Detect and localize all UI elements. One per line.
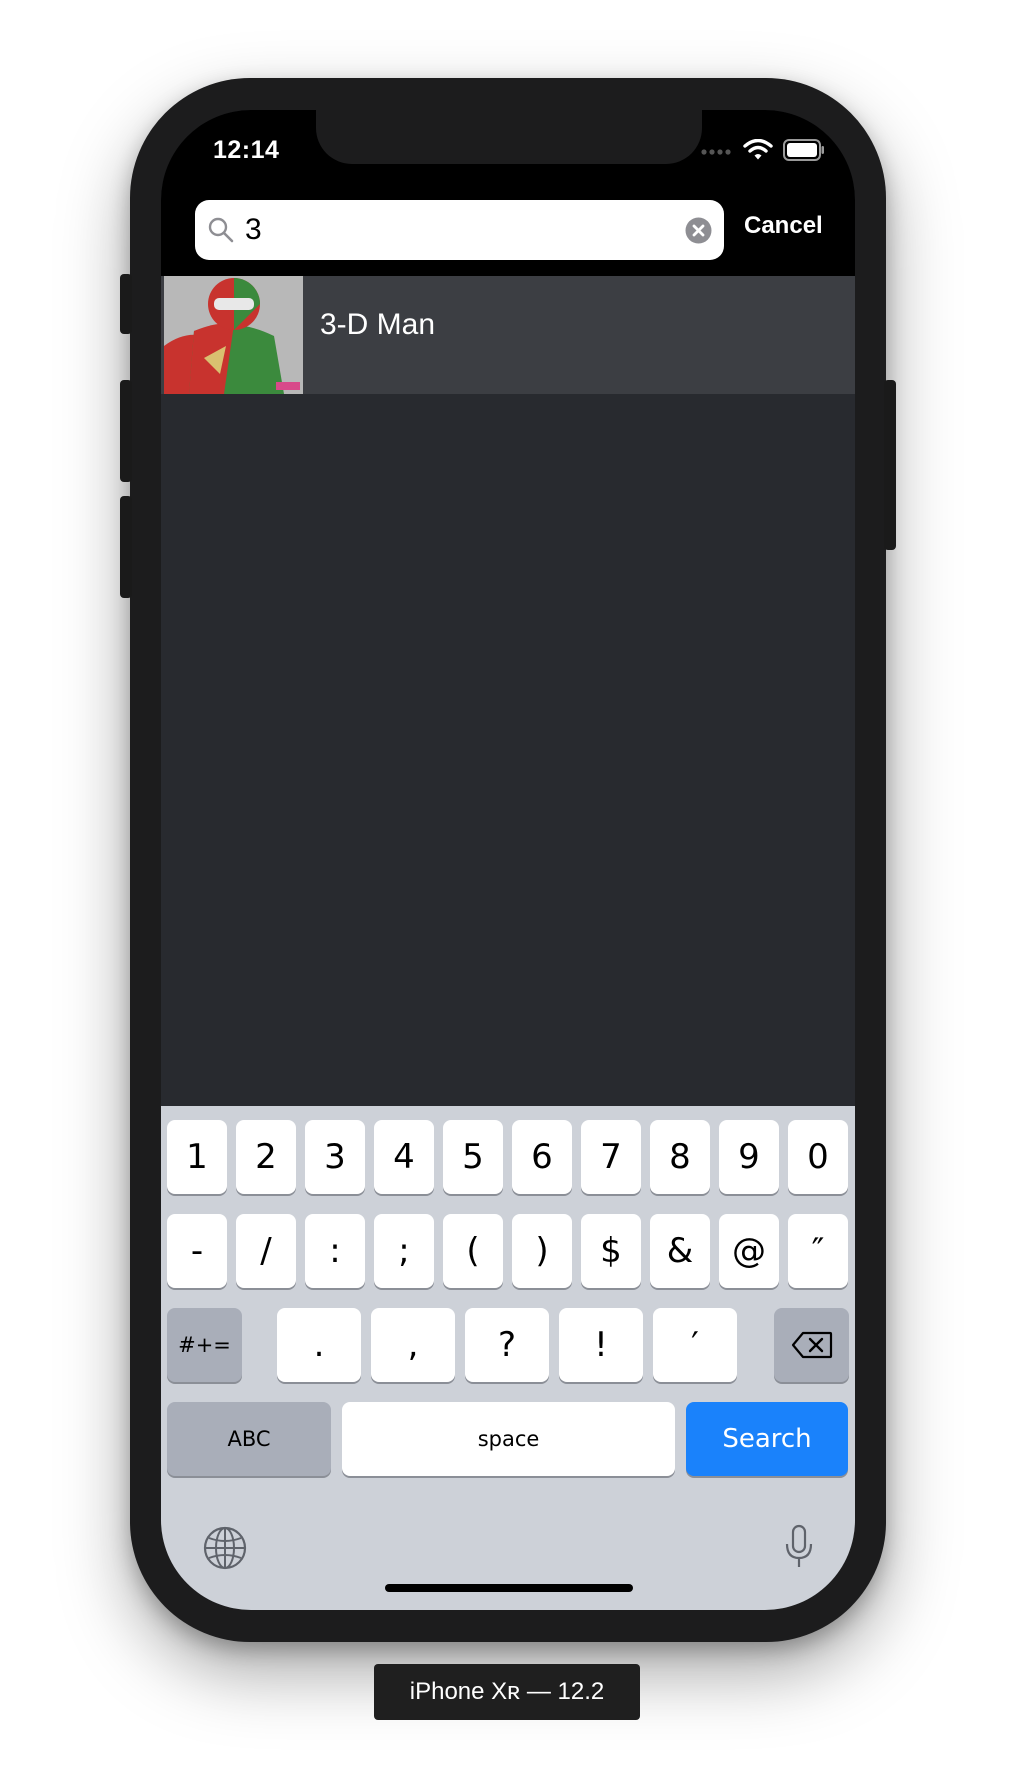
search-query: 3 (245, 213, 262, 246)
delete-button[interactable] (774, 1308, 849, 1382)
status-time: 12:14 (213, 136, 280, 164)
key-7[interactable]: 7 (581, 1120, 641, 1194)
key-0[interactable]: 0 (788, 1120, 848, 1194)
key-6[interactable]: 6 (512, 1120, 572, 1194)
result-name: 3-D Man (320, 308, 436, 341)
key-1[interactable]: 1 (167, 1120, 227, 1194)
key-question[interactable]: ? (465, 1308, 549, 1382)
search-input[interactable]: 3 (195, 200, 724, 260)
key-more-symbols[interactable]: #+= (167, 1308, 242, 1382)
mute-switch (120, 274, 132, 334)
globe-icon[interactable] (203, 1526, 247, 1575)
key-3[interactable]: 3 (305, 1120, 365, 1194)
key-5[interactable]: 5 (443, 1120, 503, 1194)
home-indicator[interactable] (385, 1584, 633, 1592)
key-colon[interactable]: : (305, 1214, 365, 1288)
microphone-icon[interactable] (785, 1524, 813, 1575)
key-period[interactable]: . (277, 1308, 361, 1382)
space-bar[interactable]: space (342, 1402, 675, 1476)
clear-icon[interactable] (685, 217, 712, 249)
notch (316, 110, 702, 164)
power-button (884, 380, 896, 550)
device-label: iPhone Xʀ — 12.2 (374, 1664, 640, 1720)
key-quote[interactable]: ″ (788, 1214, 848, 1288)
screen: 12:14 3 Cancel 3-D Man 1 2 3 4 5 6 7 8 9… (161, 110, 855, 1610)
key-open-paren[interactable]: ( (443, 1214, 503, 1288)
key-semicolon[interactable]: ; (374, 1214, 434, 1288)
key-exclamation[interactable]: ! (559, 1308, 643, 1382)
wifi-icon (743, 138, 773, 166)
navigation-bar: 12:14 3 Cancel (161, 110, 855, 276)
key-comma[interactable]: , (371, 1308, 455, 1382)
keyboard: 1 2 3 4 5 6 7 8 9 0 - / : ; ( ) $ & @ ″ … (161, 1106, 855, 1610)
list-item[interactable]: 3-D Man (161, 276, 855, 394)
status-icons (701, 138, 825, 166)
key-apostrophe[interactable]: ′ (653, 1308, 737, 1382)
key-at[interactable]: @ (719, 1214, 779, 1288)
key-close-paren[interactable]: ) (512, 1214, 572, 1288)
cancel-button[interactable]: Cancel (744, 212, 823, 240)
volume-down-button (120, 496, 132, 598)
abc-button[interactable]: ABC (167, 1402, 331, 1476)
key-8[interactable]: 8 (650, 1120, 710, 1194)
search-icon (207, 216, 235, 249)
key-dollar[interactable]: $ (581, 1214, 641, 1288)
search-button[interactable]: Search (686, 1402, 848, 1476)
key-ampersand[interactable]: & (650, 1214, 710, 1288)
volume-up-button (120, 380, 132, 482)
key-4[interactable]: 4 (374, 1120, 434, 1194)
key-slash[interactable]: / (236, 1214, 296, 1288)
delete-icon (791, 1331, 832, 1359)
battery-icon (783, 138, 825, 166)
key-9[interactable]: 9 (719, 1120, 779, 1194)
key-2[interactable]: 2 (236, 1120, 296, 1194)
signal-icon (701, 143, 733, 161)
character-thumbnail (164, 276, 303, 394)
key-hyphen[interactable]: - (167, 1214, 227, 1288)
